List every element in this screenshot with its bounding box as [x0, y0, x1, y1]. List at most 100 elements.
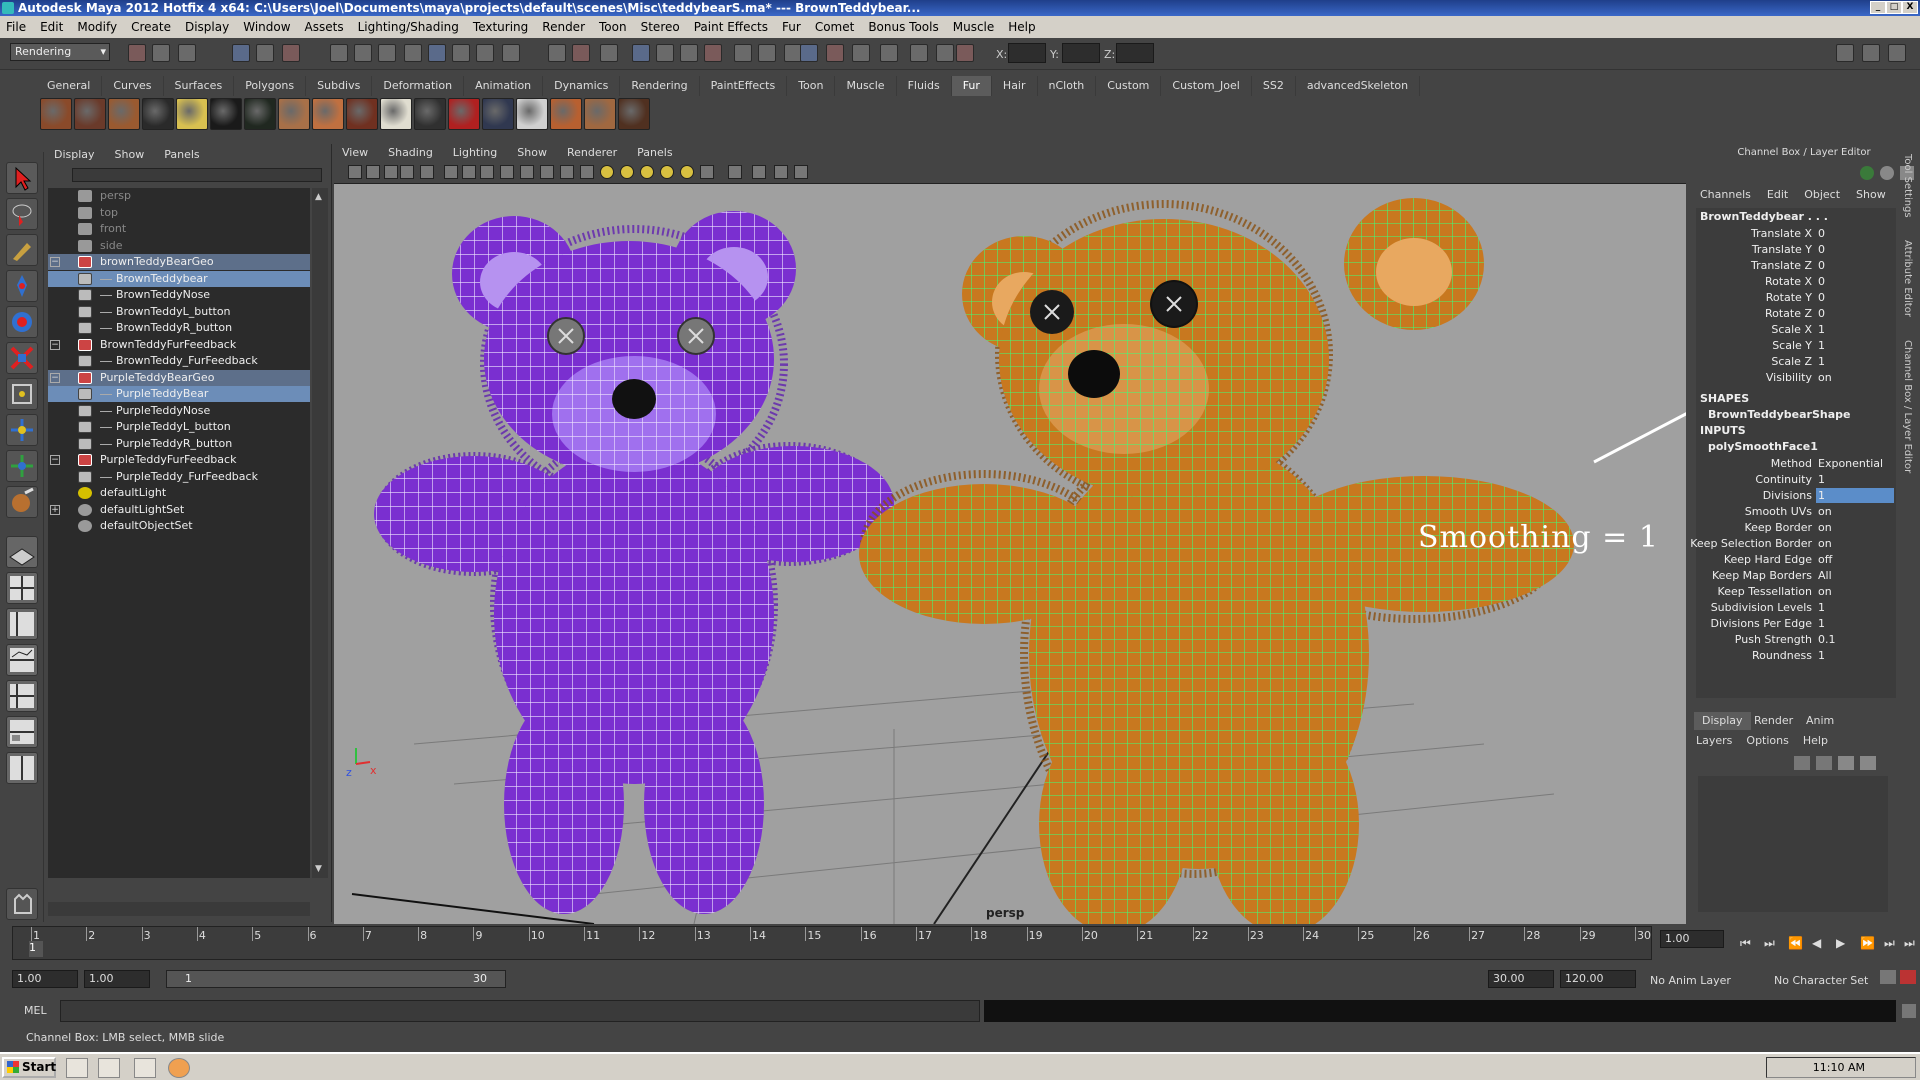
viewport-menu-view[interactable]: View	[342, 144, 368, 162]
viewport-scene[interactable]: z x Smoothing = 1 persp	[334, 184, 1686, 924]
viewport-tool-icon-12[interactable]	[560, 165, 574, 179]
channel-value-field[interactable]: on	[1816, 520, 1894, 535]
viewport-tool-icon-2[interactable]	[366, 165, 380, 179]
viewport-tool-icon-1[interactable]	[348, 165, 362, 179]
viewport-menu-panels[interactable]: Panels	[637, 144, 672, 162]
fur-preset-icon-4[interactable]	[142, 98, 174, 130]
viewport-menu-show[interactable]: Show	[517, 144, 547, 162]
status-tool-icon-28[interactable]	[880, 44, 898, 62]
status-tool-icon-11[interactable]	[428, 44, 446, 62]
channel-value-field[interactable]: on	[1816, 536, 1894, 551]
shelf-tab-deformation[interactable]: Deformation	[372, 76, 465, 96]
taskbar-app-icon-3[interactable]	[134, 1058, 156, 1078]
layer-up-icon[interactable]	[1838, 756, 1854, 770]
channel-value-field[interactable]: Exponential	[1816, 456, 1894, 471]
outliner-item[interactable]: side	[48, 238, 310, 254]
channel-row[interactable]: Divisions Per Edge 1	[1696, 616, 1896, 632]
outliner-item[interactable]: BrownTeddyNose	[48, 287, 310, 303]
step-back-frame-icon[interactable]: ⏪	[1788, 936, 1803, 950]
viewport-tool-icon-6[interactable]	[444, 165, 458, 179]
status-tool-icon-8[interactable]	[354, 44, 372, 62]
new-layer-icon[interactable]	[1794, 756, 1810, 770]
shelf-tab-hair[interactable]: Hair	[992, 76, 1038, 96]
outliner-item[interactable]: defaultLight	[48, 485, 310, 501]
channel-value-field[interactable]: on	[1816, 370, 1894, 385]
scroll-down-arrow-icon[interactable]: ▼	[315, 864, 322, 874]
status-tool-icon-30[interactable]	[936, 44, 954, 62]
viewport-menu-shading[interactable]: Shading	[388, 144, 433, 162]
channel-value-field[interactable]: 1	[1816, 354, 1894, 369]
shelf-tab-rendering[interactable]: Rendering	[620, 76, 700, 96]
status-tool-icon-14[interactable]	[502, 44, 520, 62]
status-tool-icon-10[interactable]	[404, 44, 422, 62]
fur-preset-icon-14[interactable]	[482, 98, 514, 130]
purple-teddy-bear[interactable]	[374, 211, 894, 914]
playback-end-field[interactable]: 30.00	[1488, 970, 1554, 988]
viewport-tool-icon-14[interactable]	[600, 165, 614, 179]
fur-preset-icon-2[interactable]	[74, 98, 106, 130]
playback-start-field[interactable]: 1.00	[84, 970, 150, 988]
channel-menu-show[interactable]: Show	[1856, 188, 1886, 206]
rotate-tool-icon[interactable]	[6, 306, 38, 338]
layout-outliner-icon[interactable]	[6, 608, 38, 640]
viewport-tool-icon-20[interactable]	[728, 165, 742, 179]
fur-preset-icon-7[interactable]	[244, 98, 276, 130]
shelf-tab-painteffects[interactable]: PaintEffects	[700, 76, 788, 96]
taskbar-app-icon-2[interactable]	[98, 1058, 120, 1078]
layer-tab-display[interactable]: Display	[1694, 712, 1751, 730]
menu-comet[interactable]: Comet	[815, 20, 855, 34]
viewport-tool-icon-8[interactable]	[480, 165, 494, 179]
maximize-button[interactable]: □	[1886, 1, 1902, 14]
outliner-item[interactable]: PurpleTeddy_FurFeedback	[48, 469, 310, 485]
outliner-item[interactable]: PurpleTeddyBear	[48, 386, 310, 402]
fur-preset-icon-17[interactable]	[584, 98, 616, 130]
soft-mod-icon[interactable]	[6, 414, 38, 446]
channel-value-field[interactable]: 0	[1816, 306, 1894, 321]
outliner-item[interactable]: BrownTeddy_FurFeedback	[48, 353, 310, 369]
status-tool-icon-3[interactable]	[178, 44, 196, 62]
viewport-tool-icon-18[interactable]	[680, 165, 694, 179]
menuset-dropdown[interactable]: Rendering ▾	[10, 43, 110, 61]
step-forward-key-icon[interactable]: ⏭	[1884, 936, 1895, 951]
play-forward-icon[interactable]: ▶	[1836, 936, 1845, 950]
fur-preset-icon-3[interactable]	[108, 98, 140, 130]
shelf-tab-animation[interactable]: Animation	[464, 76, 544, 96]
anim-layer-dropdown[interactable]: No Anim Layer	[1650, 974, 1731, 987]
status-tool-icon-22[interactable]	[734, 44, 752, 62]
channel-row[interactable]: Smooth UVs on	[1696, 504, 1896, 520]
fur-preset-icon-6[interactable]	[210, 98, 242, 130]
menu-assets[interactable]: Assets	[305, 20, 344, 34]
input-node-name[interactable]: polySmoothFace1	[1708, 440, 1818, 453]
status-tool-icon-27[interactable]	[852, 44, 870, 62]
start-button[interactable]: Start	[2, 1057, 56, 1078]
channel-value-field[interactable]: 1	[1816, 472, 1894, 487]
character-set-dropdown[interactable]: No Character Set	[1774, 974, 1868, 987]
layer-tab-anim[interactable]: Anim	[1798, 712, 1842, 730]
current-time-field[interactable]: 1.00	[1660, 930, 1724, 948]
auto-key-icon[interactable]	[1880, 970, 1896, 984]
shelf-tab-polygons[interactable]: Polygons	[234, 76, 307, 96]
outliner-menu-display[interactable]: Display	[54, 144, 95, 166]
outliner-item[interactable]: − PurpleTeddyBearGeo	[48, 369, 310, 386]
layout-four-icon[interactable]	[6, 572, 38, 604]
channel-row[interactable]: Visibility on	[1696, 370, 1896, 386]
fur-preset-icon-10[interactable]	[346, 98, 378, 130]
brown-teddy-bear[interactable]	[859, 198, 1574, 924]
status-tool-icon-26[interactable]	[826, 44, 844, 62]
channel-row[interactable]: Translate Y 0	[1696, 242, 1896, 258]
channel-row[interactable]: Translate Z 0	[1696, 258, 1896, 274]
quick-layout-icon[interactable]	[6, 888, 38, 920]
channel-row[interactable]: Push Strength 0.1	[1696, 632, 1896, 648]
scroll-up-arrow-icon[interactable]: ▲	[315, 192, 322, 202]
layer-menu-help[interactable]: Help	[1803, 734, 1828, 747]
channel-box-toggle-icon[interactable]	[1862, 44, 1880, 62]
viewport-menu-renderer[interactable]: Renderer	[567, 144, 617, 162]
step-back-key-icon[interactable]: ⏭	[1764, 936, 1775, 951]
move-tool-icon[interactable]	[6, 270, 38, 302]
layer-menu-layers[interactable]: Layers	[1696, 734, 1732, 747]
close-button[interactable]: X	[1902, 1, 1918, 14]
status-tool-icon-1[interactable]	[128, 44, 146, 62]
lasso-tool-icon[interactable]	[6, 198, 38, 230]
viewport-tool-icon-15[interactable]	[620, 165, 634, 179]
outliner-item[interactable]: BrownTeddybear	[48, 270, 310, 287]
